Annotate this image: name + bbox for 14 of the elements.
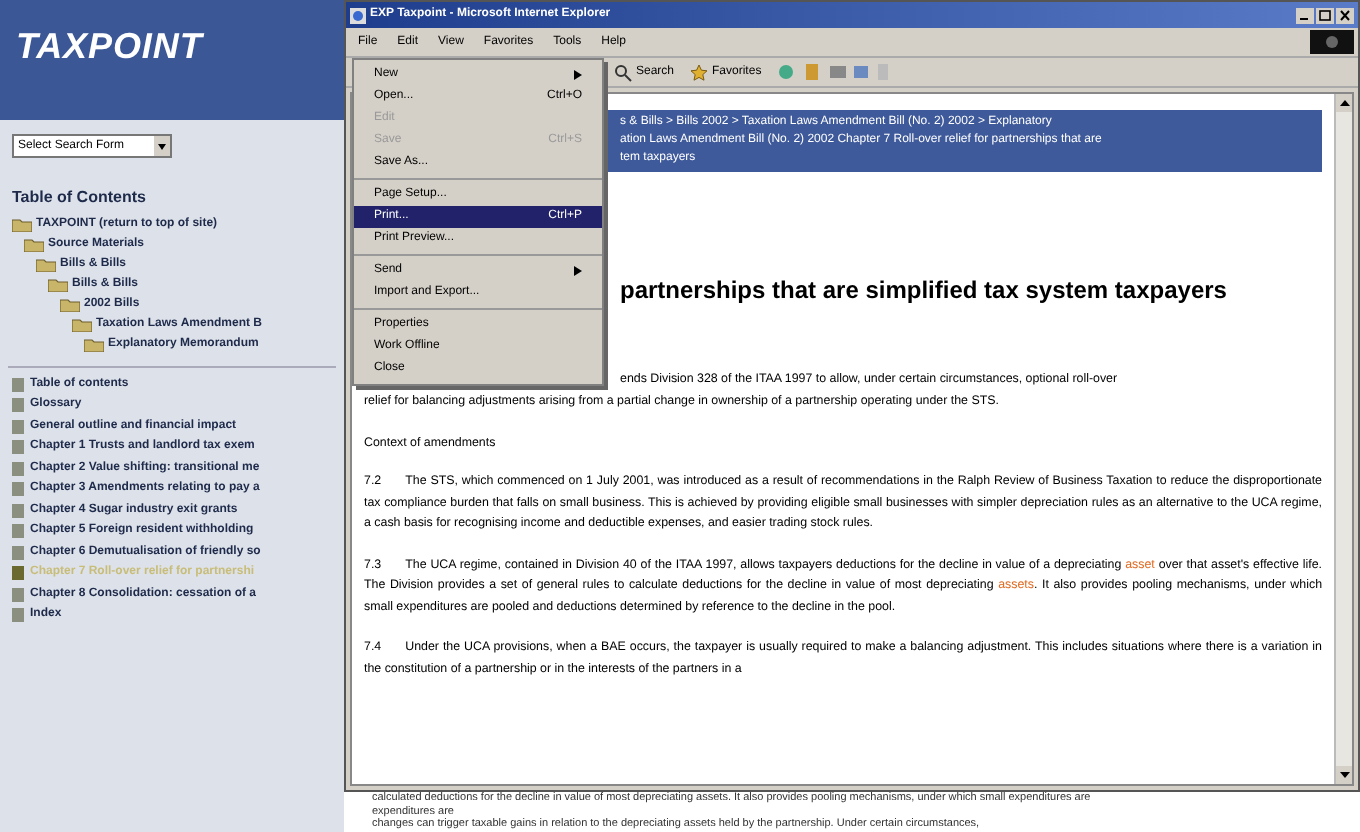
submenu-arrow-icon (574, 70, 582, 80)
star-folder-icon (690, 63, 709, 81)
scroll-down-icon[interactable] (1336, 766, 1352, 784)
logo: TAXPOINT (16, 26, 203, 66)
maximize-icon[interactable] (1316, 7, 1334, 23)
search-icon (614, 63, 632, 81)
minimize-icon[interactable] (1296, 7, 1314, 23)
toc-title: Table of Contents (12, 186, 148, 210)
close-icon[interactable] (1336, 7, 1354, 23)
scroll-up-icon[interactable] (1336, 94, 1352, 112)
browser-logo-icon (1310, 30, 1354, 54)
submenu-arrow-icon (574, 266, 582, 276)
browser-icon (350, 7, 366, 23)
page-heading: partnerships that are simplified tax system taxpayers (620, 274, 1227, 308)
